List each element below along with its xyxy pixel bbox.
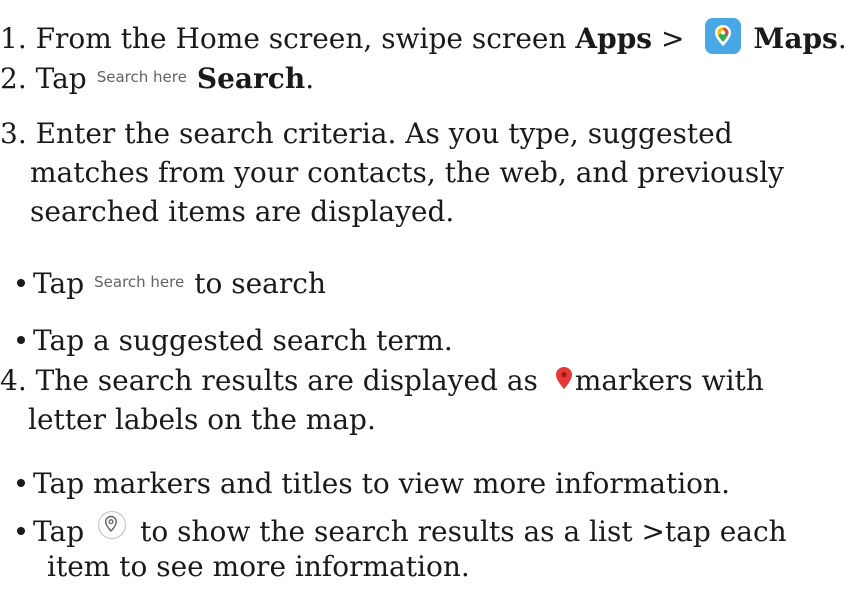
bullet-tap-markers: Tap markers and titles to view more info… [17, 467, 730, 501]
step-3-line-3: searched items are displayed. [30, 195, 455, 228]
step-1: 1. From the Home screen, swipe screen Ap… [0, 18, 846, 56]
location-list-icon [98, 511, 127, 539]
bullet-suffix: to show the search results as a list >ta… [140, 515, 787, 548]
bullet-tap-list: Tap to show the search results as a list … [17, 511, 787, 549]
step-3-line-1: 3. Enter the search criteria. As you typ… [0, 117, 733, 150]
bullet-dot [17, 336, 25, 344]
maps-label: Maps [753, 22, 838, 55]
search-here-ui: Search here [94, 273, 185, 291]
bullet-suffix: to search [194, 267, 326, 300]
search-label: Search [196, 62, 306, 95]
bullet-suggested-term: Tap a suggested search term. [17, 324, 453, 358]
step-4-line-1: 4. The search results are displayed as m… [0, 364, 764, 398]
bullet-dot [17, 479, 25, 487]
bullet-prefix: Tap [33, 267, 85, 300]
bullet-tap-list-line-2: item to see more information. [47, 550, 470, 583]
period: . [305, 62, 315, 95]
gt-sign: > [652, 22, 694, 55]
step-4-text: 4. The search results are displayed as [0, 364, 547, 397]
search-here-ui: Search here [96, 68, 187, 86]
bullet-prefix: Tap [33, 515, 85, 548]
step-3-line-2: matches from your contacts, the web, and… [30, 156, 784, 189]
bullet-dot [17, 527, 25, 535]
step-1-text: 1. From the Home screen, swipe screen [0, 22, 576, 55]
clipped-top-line [0, 0, 846, 12]
apps-label: Apps [575, 22, 653, 55]
maps-app-icon [705, 18, 742, 54]
bullet-text: Tap markers and titles to view more info… [33, 467, 730, 500]
map-pin-icon [555, 364, 573, 389]
step-2-text: 2. Tap [0, 62, 87, 95]
bullet-text: Tap a suggested search term. [33, 324, 453, 357]
step-4-suffix: markers with [574, 364, 764, 397]
bullet-tap-search: Tap Search here to search [17, 265, 326, 301]
step-4-line-2: letter labels on the map. [28, 403, 376, 436]
bullet-dot [17, 279, 25, 287]
period: . [837, 22, 846, 55]
step-2: 2. Tap Search here Search. [0, 60, 314, 96]
